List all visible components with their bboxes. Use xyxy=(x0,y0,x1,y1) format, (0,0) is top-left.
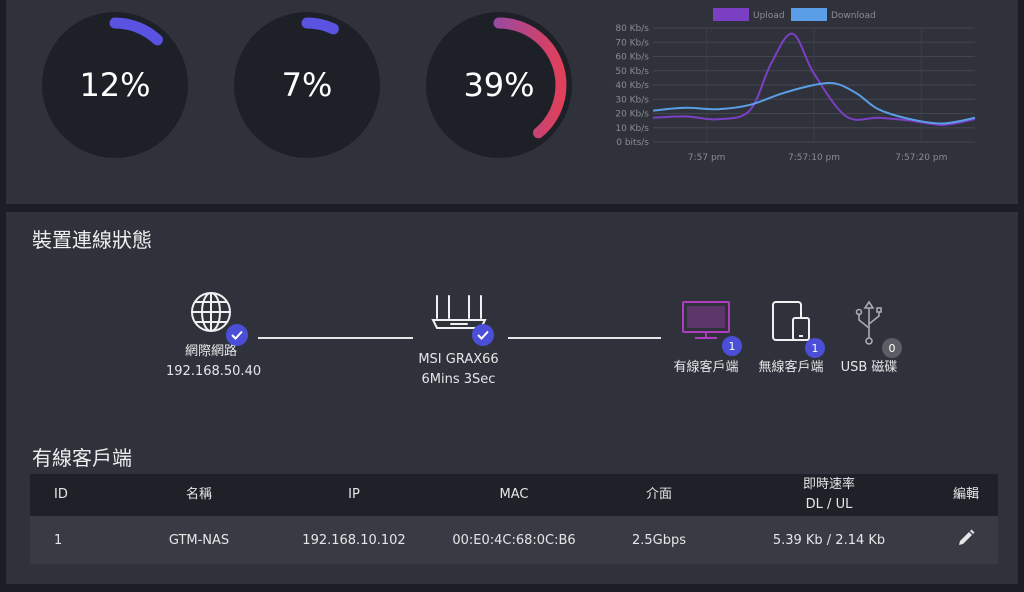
legend-swatch-download xyxy=(791,8,827,21)
col-rate-subtitle: DL / UL xyxy=(805,497,853,512)
globe-icon xyxy=(191,292,231,332)
router-clients-link xyxy=(508,337,661,339)
x-tick-label: 7:57:20 pm xyxy=(895,153,947,163)
router-node[interactable]: MSI GRAX66 6Mins 3Sec xyxy=(406,294,511,390)
table-header-row: ID 名稱 IP MAC 介面 即時速率 DL / UL 編輯 xyxy=(30,474,998,516)
col-mac-header: MAC xyxy=(499,487,529,502)
legend-swatch-upload xyxy=(713,8,749,21)
wired-clients-label: 有線客戶端 xyxy=(673,360,739,375)
traffic-line-chart: 0 bits/s 10 Kb/s 20 Kb/s 30 Kb/s 40 Kb/s 50 K… xyxy=(615,8,976,163)
usb-disk-label: USB 磁碟 xyxy=(840,360,898,375)
cell-mac: 00:E0:4C:68:0C:B6 xyxy=(452,532,576,548)
legend-label-upload: Upload xyxy=(753,11,785,21)
col-id-header: ID xyxy=(54,487,68,502)
usb-disk-node[interactable]: 0 USB 磁碟 xyxy=(834,300,904,378)
wireless-clients-node[interactable]: 1 無線客戶端 xyxy=(751,300,831,378)
col-rate-title: 即時速率 xyxy=(802,477,855,492)
internet-router-link xyxy=(258,337,413,339)
usb-count-badge: 0 xyxy=(882,338,902,358)
y-tick-label: 60 Kb/s xyxy=(615,53,649,63)
y-tick-label: 30 Kb/s xyxy=(615,95,649,105)
wireless-clients-label: 無線客戶端 xyxy=(758,360,824,375)
gauge-1-value: 12% xyxy=(79,66,151,104)
cell-name: GTM-NAS xyxy=(168,532,230,548)
pencil-icon xyxy=(959,529,975,545)
router-name: MSI GRAX66 xyxy=(418,352,499,367)
router-connected-check-icon xyxy=(472,324,494,346)
internet-label: 網際網路 xyxy=(184,344,237,359)
col-rate-header: 即時速率 DL / UL xyxy=(724,474,934,516)
y-tick-label: 40 Kb/s xyxy=(615,81,649,91)
internet-connected-check-icon xyxy=(226,324,248,346)
usb-icon xyxy=(855,300,882,345)
legend-label-download: Download xyxy=(831,11,876,21)
y-tick-label: 70 Kb/s xyxy=(615,38,649,48)
system-status-panel: 12% 7% 39% 0 bits/s 10 Kb/s 20 Kb/s 30 Kb/s… xyxy=(6,0,1018,204)
cell-id: 1 xyxy=(54,532,63,548)
gauge-2: 7% xyxy=(234,12,380,158)
cell-ip: 192.168.10.102 xyxy=(302,532,406,548)
devices-icon xyxy=(772,301,810,341)
wired-clients-count-badge: 1 xyxy=(722,336,742,356)
wired-clients-title: 有線客戶端 xyxy=(32,446,132,470)
monitor-icon xyxy=(682,301,730,339)
y-tick-label: 80 Kb/s xyxy=(615,24,649,34)
gauge-3: 39% xyxy=(426,12,572,158)
x-tick-label: 7:57:10 pm xyxy=(788,153,840,163)
col-edit-header: 編輯 xyxy=(952,487,979,502)
gauge-2-value: 7% xyxy=(281,66,333,104)
cell-rate: 5.39 Kb / 2.14 Kb xyxy=(772,532,886,548)
router-uptime: 6Mins 3Sec xyxy=(421,372,496,387)
col-ip-header: IP xyxy=(348,487,360,502)
col-interface-header: 介面 xyxy=(645,487,672,502)
y-tick-label: 0 bits/s xyxy=(616,138,649,148)
gauge-3-value: 39% xyxy=(463,66,535,104)
y-tick-label: 50 Kb/s xyxy=(615,67,649,77)
y-tick-label: 20 Kb/s xyxy=(615,110,649,120)
y-tick-label: 10 Kb/s xyxy=(615,124,649,134)
edit-button[interactable] xyxy=(957,529,975,551)
internet-node[interactable]: 網際網路 192.168.50.40 xyxy=(166,290,262,382)
device-status-title: 裝置連線狀態 xyxy=(32,228,152,252)
cell-interface: 2.5Gbps xyxy=(631,532,687,548)
cell-edit xyxy=(934,516,998,564)
x-tick-label: 7:57 pm xyxy=(688,153,726,163)
wired-clients-table: ID 名稱 IP MAC 介面 即時速率 DL / UL 編輯 1 GTM-NA… xyxy=(30,474,998,564)
wireless-clients-count-badge: 1 xyxy=(805,338,825,358)
table-row: 1 GTM-NAS 192.168.10.102 00:E0:4C:68:0C:… xyxy=(30,516,998,564)
internet-ip: 192.168.50.40 xyxy=(166,364,262,379)
col-name-header: 名稱 xyxy=(185,487,212,502)
gauge-1: 12% xyxy=(42,12,188,158)
wired-clients-node[interactable]: 1 有線客戶端 xyxy=(666,300,746,378)
